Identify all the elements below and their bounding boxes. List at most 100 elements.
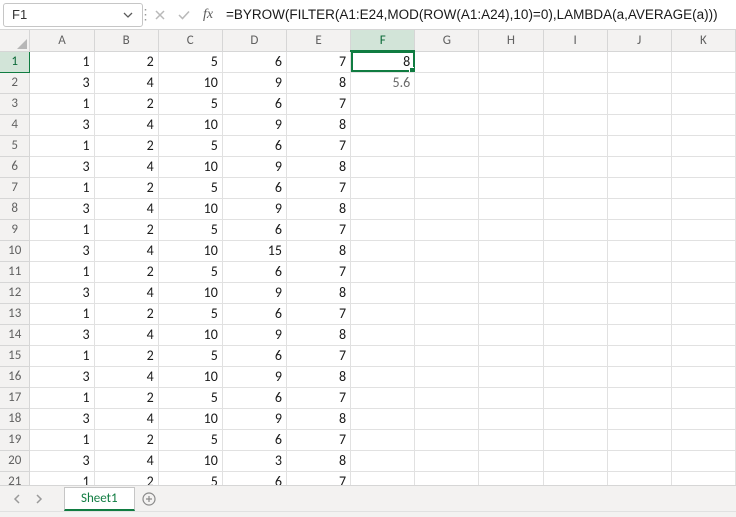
cell[interactable] — [415, 51, 479, 72]
cell[interactable]: 9 — [222, 324, 286, 345]
cell[interactable]: 2 — [94, 471, 158, 485]
cell[interactable] — [415, 345, 479, 366]
cell[interactable] — [479, 345, 543, 366]
cell[interactable]: 5.6 — [351, 72, 415, 93]
cell[interactable] — [543, 429, 607, 450]
cell[interactable]: 3 — [30, 324, 94, 345]
cell[interactable] — [671, 114, 735, 135]
cell[interactable]: 7 — [286, 387, 350, 408]
cell[interactable]: 1 — [30, 93, 94, 114]
cell[interactable]: 4 — [94, 240, 158, 261]
cell[interactable] — [351, 366, 415, 387]
column-header[interactable]: H — [479, 30, 543, 51]
cell[interactable] — [607, 366, 671, 387]
column-header[interactable]: F — [351, 30, 415, 51]
grid[interactable]: ABCDEFGHIJK 112567823410985.631256743410… — [0, 30, 736, 485]
row-header[interactable]: 6 — [0, 156, 30, 177]
cell[interactable] — [415, 471, 479, 485]
cell[interactable]: 6 — [222, 261, 286, 282]
cell[interactable] — [671, 366, 735, 387]
cell[interactable] — [671, 93, 735, 114]
cell[interactable] — [351, 156, 415, 177]
cell[interactable] — [479, 114, 543, 135]
cell[interactable]: 9 — [222, 282, 286, 303]
cell[interactable] — [543, 261, 607, 282]
cell[interactable] — [351, 471, 415, 485]
cell[interactable]: 6 — [222, 135, 286, 156]
cell[interactable] — [543, 177, 607, 198]
row-header[interactable]: 4 — [0, 114, 30, 135]
cell[interactable]: 1 — [30, 177, 94, 198]
cell[interactable]: 3 — [30, 450, 94, 471]
cell[interactable]: 3 — [222, 450, 286, 471]
cell[interactable] — [479, 366, 543, 387]
cell[interactable]: 10 — [158, 408, 222, 429]
cell[interactable] — [607, 345, 671, 366]
cell[interactable]: 7 — [286, 345, 350, 366]
cell[interactable] — [351, 429, 415, 450]
cell[interactable] — [479, 450, 543, 471]
cell[interactable]: 5 — [158, 177, 222, 198]
cell[interactable] — [671, 303, 735, 324]
cell[interactable] — [607, 429, 671, 450]
cell[interactable]: 2 — [94, 387, 158, 408]
cell[interactable] — [415, 282, 479, 303]
cell[interactable]: 2 — [94, 135, 158, 156]
cell[interactable] — [351, 114, 415, 135]
column-header[interactable]: K — [671, 30, 735, 51]
row-header[interactable]: 7 — [0, 177, 30, 198]
cell[interactable] — [415, 198, 479, 219]
row-header[interactable]: 21 — [0, 471, 30, 485]
row-header[interactable]: 17 — [0, 387, 30, 408]
cell[interactable]: 10 — [158, 240, 222, 261]
cell[interactable] — [351, 450, 415, 471]
cell[interactable]: 4 — [94, 282, 158, 303]
column-header[interactable]: I — [543, 30, 607, 51]
cell[interactable]: 8 — [286, 240, 350, 261]
cell[interactable] — [479, 51, 543, 72]
row-header[interactable]: 8 — [0, 198, 30, 219]
cell[interactable] — [415, 72, 479, 93]
cell[interactable]: 8 — [286, 450, 350, 471]
cell[interactable] — [351, 408, 415, 429]
cell[interactable]: 2 — [94, 303, 158, 324]
cell[interactable] — [607, 51, 671, 72]
row-header[interactable]: 20 — [0, 450, 30, 471]
cell[interactable]: 3 — [30, 282, 94, 303]
cell[interactable] — [351, 324, 415, 345]
cell[interactable] — [671, 135, 735, 156]
cell[interactable]: 8 — [286, 198, 350, 219]
cell[interactable]: 5 — [158, 135, 222, 156]
cell[interactable]: 6 — [222, 345, 286, 366]
cell[interactable]: 4 — [94, 156, 158, 177]
cell[interactable]: 6 — [222, 429, 286, 450]
cell[interactable] — [415, 303, 479, 324]
cell[interactable] — [607, 156, 671, 177]
cell[interactable]: 4 — [94, 450, 158, 471]
cell[interactable] — [479, 303, 543, 324]
cell[interactable] — [671, 219, 735, 240]
cell[interactable]: 3 — [30, 114, 94, 135]
cell[interactable] — [543, 450, 607, 471]
cell[interactable] — [671, 51, 735, 72]
cell[interactable] — [543, 408, 607, 429]
cell[interactable]: 7 — [286, 93, 350, 114]
cell[interactable] — [671, 387, 735, 408]
cell[interactable]: 8 — [286, 366, 350, 387]
cell[interactable]: 6 — [222, 303, 286, 324]
cell[interactable] — [607, 387, 671, 408]
cell[interactable]: 6 — [222, 93, 286, 114]
cell[interactable]: 7 — [286, 429, 350, 450]
cell[interactable] — [671, 72, 735, 93]
tab-scroll-right-icon[interactable] — [28, 487, 50, 511]
cell[interactable] — [479, 324, 543, 345]
row-header[interactable]: 11 — [0, 261, 30, 282]
cell[interactable]: 7 — [286, 471, 350, 485]
cell[interactable]: 8 — [286, 282, 350, 303]
cell[interactable]: 6 — [222, 177, 286, 198]
cell[interactable]: 10 — [158, 72, 222, 93]
row-header[interactable]: 9 — [0, 219, 30, 240]
cell[interactable] — [415, 429, 479, 450]
cell[interactable] — [671, 177, 735, 198]
cell[interactable]: 8 — [286, 72, 350, 93]
